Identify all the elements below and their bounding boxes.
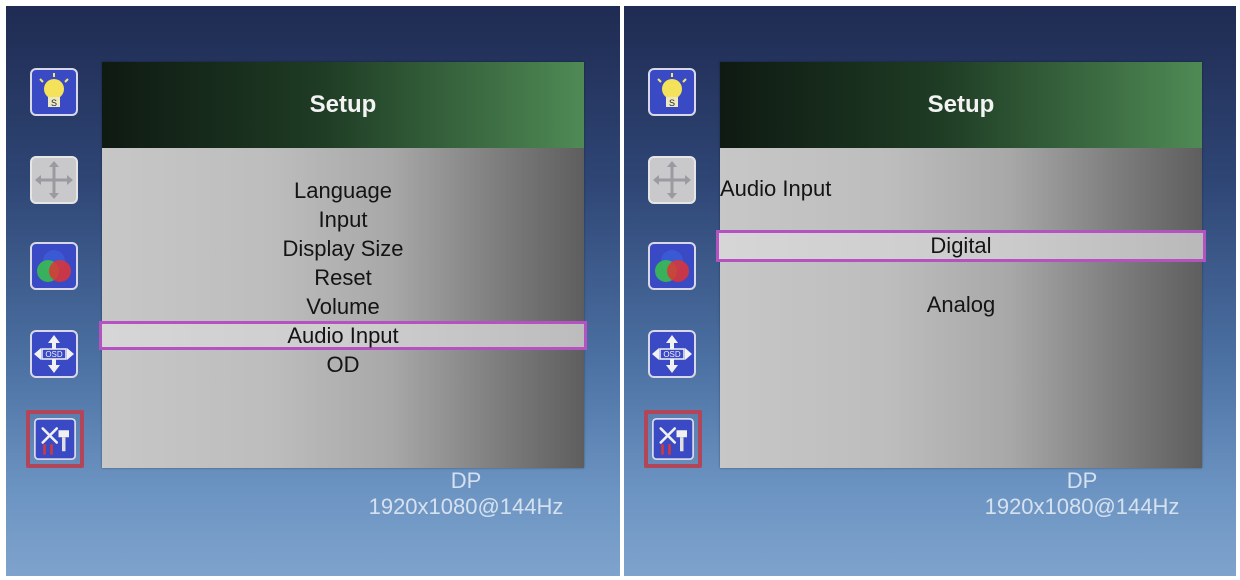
color-icon[interactable] <box>30 242 78 290</box>
osd-screen-audio-input-submenu: S OSD Setup Audio Input Digital Analog D… <box>624 6 1236 576</box>
osd-position-icon[interactable]: OSD <box>648 330 696 378</box>
submenu-title: Audio Input <box>720 176 832 201</box>
input-source-label: DP <box>1066 468 1098 493</box>
setup-tools-icon[interactable] <box>26 410 84 468</box>
menu-list: Language Input Display Size Reset Volume… <box>99 176 587 379</box>
svg-text:S: S <box>669 98 675 108</box>
svg-text:OSD: OSD <box>663 350 681 359</box>
menu-item-od[interactable]: OD <box>102 350 584 379</box>
menu-title: Setup <box>102 62 584 148</box>
image-position-icon[interactable] <box>648 156 696 204</box>
menu-item-input[interactable]: Input <box>102 205 584 234</box>
luminance-icon[interactable]: S <box>648 68 696 116</box>
osd-screen-main-menu: S OSD Setup Language Input Display Size … <box>6 6 620 576</box>
menu-item-language[interactable]: Language <box>102 176 584 205</box>
resolution-label: 1920x1080@144Hz <box>984 494 1180 519</box>
status-readout: DP 1920x1080@144Hz <box>962 468 1202 520</box>
luminance-icon[interactable]: S <box>30 68 78 116</box>
input-source-label: DP <box>450 468 482 493</box>
setup-menu: Setup Audio Input Digital Analog <box>716 62 1206 468</box>
menu-body: Audio Input Digital Analog <box>716 148 1206 468</box>
svg-text:OSD: OSD <box>45 350 63 359</box>
menu-title: Setup <box>720 62 1202 148</box>
image-position-icon[interactable] <box>30 156 78 204</box>
resolution-label: 1920x1080@144Hz <box>368 494 564 519</box>
menu-item-volume[interactable]: Volume <box>102 292 584 321</box>
menu-item-display-size[interactable]: Display Size <box>102 234 584 263</box>
option-analog[interactable]: Analog <box>720 292 1202 318</box>
setup-tools-icon[interactable] <box>644 410 702 468</box>
svg-text:S: S <box>51 98 57 108</box>
menu-item-audio-input[interactable]: Audio Input <box>99 321 587 350</box>
status-readout: DP 1920x1080@144Hz <box>346 468 586 520</box>
osd-position-icon[interactable]: OSD <box>30 330 78 378</box>
menu-item-reset[interactable]: Reset <box>102 263 584 292</box>
menu-body: Language Input Display Size Reset Volume… <box>99 148 587 468</box>
setup-menu: Setup Language Input Display Size Reset … <box>99 62 587 468</box>
color-icon[interactable] <box>648 242 696 290</box>
option-digital[interactable]: Digital <box>716 230 1206 262</box>
